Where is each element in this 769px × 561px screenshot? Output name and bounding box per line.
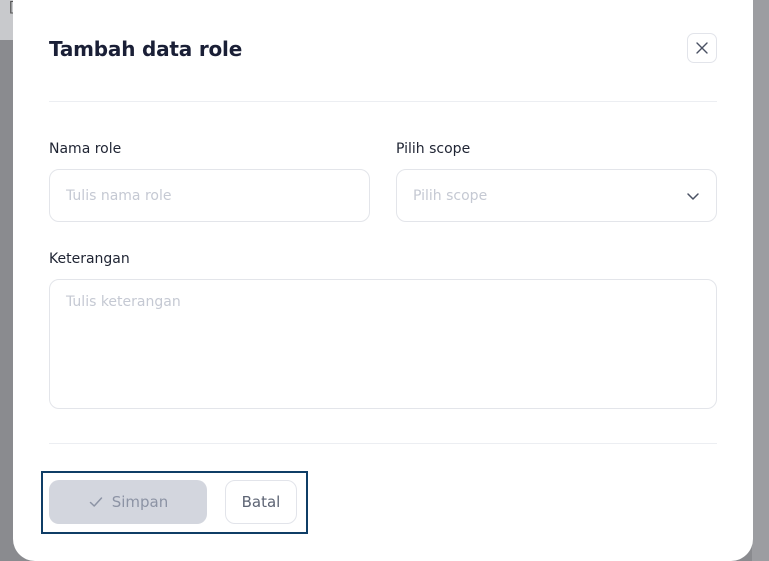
close-button[interactable] — [687, 33, 717, 63]
description-label: Keterangan — [49, 251, 130, 267]
role-name-label: Nama role — [49, 141, 122, 157]
role-name-input[interactable] — [49, 169, 370, 222]
add-role-modal: Tambah data role Nama role Pilih scope P… — [13, 0, 753, 561]
save-button[interactable]: Simpan — [49, 480, 207, 524]
description-textarea[interactable] — [49, 279, 717, 409]
backdrop-side — [752, 0, 769, 561]
header-divider — [49, 101, 717, 102]
scope-select[interactable]: Pilih scope — [396, 169, 717, 222]
save-button-label: Simpan — [111, 493, 169, 511]
cancel-button-label: Batal — [241, 493, 281, 511]
cancel-button[interactable]: Batal — [225, 480, 297, 524]
scope-select-placeholder: Pilih scope — [413, 187, 488, 204]
close-icon — [696, 42, 708, 54]
footer-divider — [49, 443, 717, 444]
check-icon — [89, 497, 102, 507]
scope-label: Pilih scope — [396, 141, 471, 157]
modal-title: Tambah data role — [49, 37, 243, 61]
chevron-down-icon — [687, 192, 699, 200]
